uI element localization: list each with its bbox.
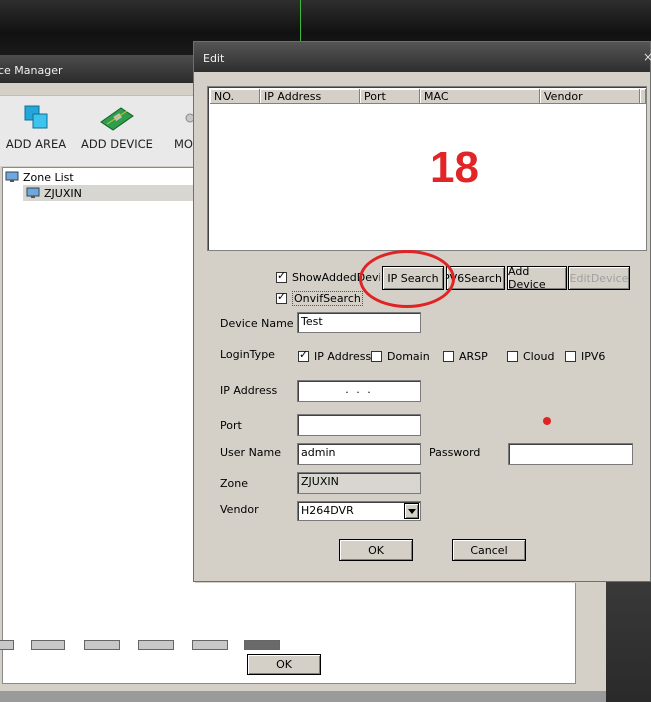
onvif-search-option[interactable]: OnvifSearch [276, 290, 363, 306]
device-name-label: Device Name [220, 317, 294, 330]
desktop-divider-line [300, 0, 301, 42]
edit-dialog-titlebar: Edit × [194, 42, 651, 72]
login-type-ipv6-label: IPV6 [581, 350, 606, 363]
column-header-no[interactable]: NO. [210, 89, 260, 104]
bottom-tab[interactable] [0, 640, 14, 650]
bottom-tab[interactable] [192, 640, 228, 650]
edit-device-button[interactable]: EditDevice [568, 266, 630, 290]
cancel-button[interactable]: Cancel [452, 539, 526, 561]
login-type-arsp[interactable]: ARSP [443, 350, 488, 363]
login-type-ipv6[interactable]: IPV6 [565, 350, 605, 363]
user-name-field[interactable]: admin [297, 443, 421, 465]
login-type-cloud-label: Cloud [523, 350, 555, 363]
login-type-cloud-checkbox[interactable] [507, 351, 518, 362]
onvif-search-checkbox[interactable] [276, 290, 287, 304]
login-type-arsp-label: ARSP [459, 350, 488, 363]
add-device-button[interactable]: Add Device [507, 265, 567, 291]
zone-tree: Zone List ZJUXIN [2, 167, 198, 684]
login-type-ipv6-checkbox[interactable] [565, 351, 576, 362]
show-added-device-checkbox[interactable] [276, 269, 287, 283]
login-type-ip-address-label: IP Address [314, 350, 372, 363]
ip-address-label: IP Address [220, 384, 278, 397]
zone-field: ZJUXIN [297, 472, 421, 494]
ok-button[interactable]: OK [339, 539, 413, 561]
more-icon [185, 113, 195, 123]
add-area-label: ADD AREA [5, 137, 67, 151]
vendor-label: Vendor [220, 503, 259, 516]
password-field[interactable] [508, 443, 633, 465]
annotation-circle [359, 250, 455, 308]
add-device-label: ADD DEVICE [81, 137, 153, 151]
zone-label: Zone [220, 477, 249, 490]
annotation-count: 18 [430, 143, 479, 192]
bottom-tab[interactable] [244, 640, 280, 650]
window-title: ce Manager [0, 64, 63, 77]
table-header: NO. IP Address Port MAC Vendor [210, 89, 646, 104]
zone-list-item[interactable]: ZJUXIN [23, 185, 198, 201]
chevron-down-icon[interactable] [404, 503, 419, 519]
user-name-label: User Name [220, 446, 282, 459]
vendor-select-value: H264DVR [301, 504, 354, 517]
login-type-cloud[interactable]: Cloud [507, 350, 554, 363]
bottom-tab[interactable] [84, 640, 120, 650]
zone-list-root[interactable]: Zone List [5, 170, 74, 184]
device-manager-toolbar: ADD AREA ADD DEVICE MO [0, 95, 195, 166]
bottom-strip [0, 691, 606, 702]
login-type-ip-address[interactable]: IP Address [298, 348, 372, 363]
edit-dialog: Edit × NO. IP Address Port MAC Vendor 18… [193, 41, 651, 582]
monitor-icon [5, 171, 19, 182]
vendor-select[interactable]: H264DVR [297, 501, 421, 521]
zone-list-label: Zone List [23, 170, 74, 184]
monitor-icon [26, 187, 40, 198]
add-device-icon [100, 107, 134, 131]
bottom-tab[interactable] [31, 640, 65, 650]
login-type-domain-checkbox[interactable] [371, 351, 382, 362]
dialog-title: Edit [203, 52, 225, 65]
port-label: Port [220, 419, 242, 432]
login-type-arsp-checkbox[interactable] [443, 351, 454, 362]
login-type-domain[interactable]: Domain [371, 350, 430, 363]
port-field[interactable] [297, 414, 421, 436]
annotation-dot [543, 417, 551, 425]
ok-button[interactable]: OK [247, 654, 321, 675]
device-name-field[interactable]: Test [297, 312, 421, 333]
column-header-filler [640, 89, 646, 104]
column-header-port[interactable]: Port [360, 89, 420, 104]
login-type-label: LoginType [220, 348, 275, 361]
bottom-tab[interactable] [138, 640, 174, 650]
column-header-mac[interactable]: MAC [420, 89, 540, 104]
add-area-button[interactable]: ADD AREA [4, 102, 68, 151]
add-area-icon [24, 105, 48, 129]
column-header-vendor[interactable]: Vendor [540, 89, 640, 104]
add-device-button[interactable]: ADD DEVICE [78, 102, 156, 151]
password-label: Password [429, 446, 481, 459]
column-header-ip-address[interactable]: IP Address [260, 89, 360, 104]
search-results-table[interactable]: NO. IP Address Port MAC Vendor [207, 86, 647, 251]
onvif-search-label: OnvifSearch [292, 291, 363, 306]
login-type-domain-label: Domain [387, 350, 430, 363]
login-type-ip-address-checkbox[interactable] [298, 348, 309, 362]
zone-item-label: ZJUXIN [44, 186, 82, 200]
close-icon[interactable]: × [643, 50, 651, 64]
ip-address-field[interactable]: . . . [297, 380, 421, 402]
